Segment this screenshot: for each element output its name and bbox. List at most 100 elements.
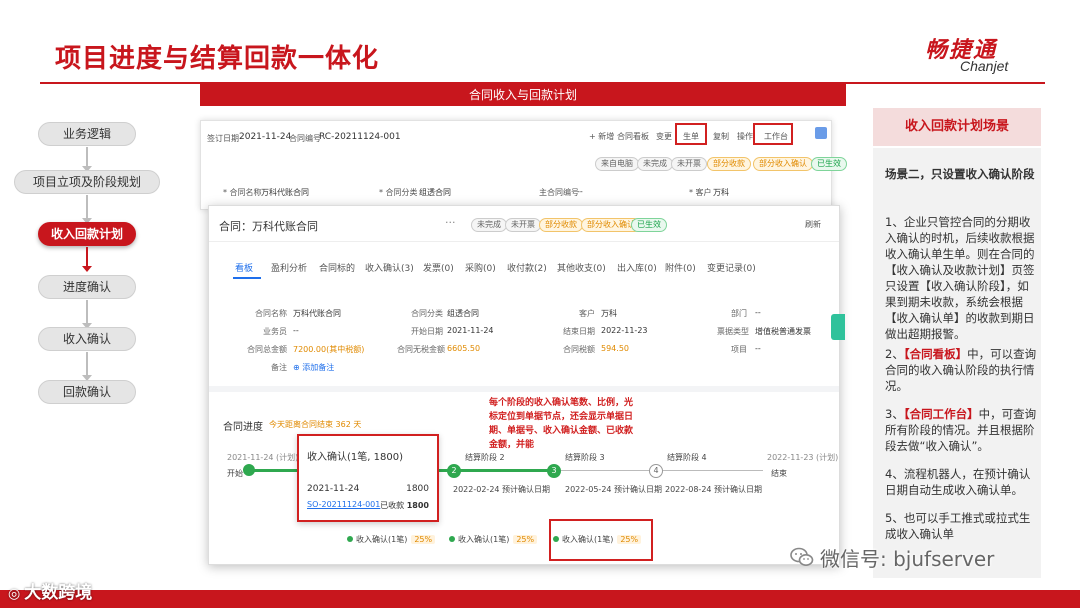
field-label: 开始日期 — [411, 327, 443, 336]
field-value: 万科 — [713, 188, 729, 197]
add-note-link[interactable]: ⊕ 添加备注 — [293, 362, 334, 373]
field-value: 万科 — [601, 309, 617, 318]
field-value: -- — [755, 308, 761, 317]
more-icon[interactable]: ··· — [445, 216, 456, 229]
pill-incomplete: 未完成 — [637, 157, 673, 171]
field-value: 组透合同 — [419, 188, 451, 197]
field-value: 2022-11-23 — [601, 326, 648, 335]
confirm-item[interactable]: 收入确认(1笔) 25% — [347, 534, 436, 545]
scene-panel-header: 收入回款计划场景 — [873, 108, 1041, 146]
field-value: 增值税普通发票 — [755, 327, 811, 336]
flow-arrow — [82, 352, 92, 381]
tab-stock[interactable]: 出入库(0) — [617, 261, 657, 274]
field-label: * 合同名称 — [223, 188, 262, 197]
field-label: 项目 — [731, 345, 747, 354]
contract-detail-window-back: 签订日期 2021-11-24 合同编号 RC-20211124-001 + 新… — [200, 120, 847, 210]
end-date: 2022-11-23 (计划) — [767, 453, 839, 462]
flow-step-payment-confirm: 回款确认 — [38, 380, 136, 404]
page-title: 项目进度与结算回款一体化 — [55, 44, 380, 74]
revenue-confirm-popup: 收入确认(1笔, 1800) 2021-11-24 1800 SO-202111… — [297, 434, 439, 522]
tab-other[interactable]: 其他收支(0) — [557, 261, 606, 274]
confirm-item[interactable]: 收入确认(1笔) 25% — [449, 534, 538, 545]
toolbar-copy[interactable]: 复制 — [713, 131, 729, 142]
flow-step-revenue-plan: 收入回款计划 — [38, 222, 136, 246]
section-gap — [209, 386, 839, 392]
stage-node-3[interactable]: 3 — [547, 464, 561, 478]
field-label: 结束日期 — [563, 327, 595, 336]
tab-profit[interactable]: 盈利分析 — [271, 261, 307, 274]
flow-step-business-logic: 业务逻辑 — [38, 122, 136, 146]
footer-logo-text: 大数跨境 — [24, 583, 93, 603]
side-tool-icon[interactable] — [831, 314, 845, 340]
field-value: 万科代账合同 — [261, 188, 309, 197]
refresh-button[interactable]: 刷新 — [805, 219, 821, 230]
tab-board[interactable]: 看板 — [235, 261, 253, 274]
field-label: 部门 — [731, 309, 747, 318]
stage-name: 结算阶段 4 — [667, 453, 707, 462]
confirm-dot-icon — [347, 536, 353, 542]
timeline-start-node[interactable] — [243, 464, 255, 476]
scene-item-3-highlight: 【合同工作台】 — [903, 407, 979, 421]
field-value: 万科代账合同 — [293, 309, 341, 318]
scene-item-1: 1、企业只管控合同的分期收入确认的时机，后续收款根据收入确认单生单。则在合同的【… — [885, 215, 1035, 341]
toolbar-new[interactable]: + 新增 — [589, 131, 614, 142]
field-value: -- — [293, 326, 299, 335]
wechat-watermark: 微信号: bjufserver — [820, 547, 995, 571]
footer-logo: ◎ 大数跨境 — [8, 578, 92, 603]
stage-date: 2022-02-24 预计确认日期 — [453, 485, 551, 494]
tab-purchase[interactable]: 采购(0) — [465, 261, 496, 274]
stage-date: 2022-08-24 预计确认日期 — [665, 485, 763, 494]
start-text: 开始 — [227, 469, 243, 478]
scene-item-5: 5、也可以手工推式或拉式生成收入确认单 — [885, 511, 1031, 541]
confirm-label: 收入确认(1笔) — [356, 535, 408, 544]
brand-logo-en: Chanjet — [960, 58, 1009, 74]
tab-change-log[interactable]: 变更记录(0) — [707, 261, 756, 274]
confirm-dot-icon — [449, 536, 455, 542]
stage-node-2[interactable]: 2 — [447, 464, 461, 478]
contract-board-window: 合同：万科代账合同 ··· 未完成 未开票 部分收款 部分收入确认 已生效 刷新… — [208, 205, 845, 565]
footer-bar — [0, 590, 1080, 608]
field-label: 票据类型 — [717, 327, 749, 336]
field-value: 2021-11-24 — [447, 326, 494, 335]
toolbar-operate[interactable]: 操作 — [737, 131, 753, 142]
contract-title: 合同：万科代账合同 — [219, 220, 318, 233]
popup-date: 2021-11-24 — [307, 484, 360, 494]
window-header: 合同：万科代账合同 ··· 未完成 未开票 部分收款 部分收入确认 已生效 刷新 — [209, 206, 839, 242]
stage-name: 结算阶段 3 — [565, 453, 605, 462]
tab-receipts[interactable]: 收付款(2) — [507, 261, 547, 274]
confirm-pct: 25% — [411, 535, 436, 544]
stage-node-4[interactable]: 4 — [649, 464, 663, 478]
flow-step-revenue-confirm: 收入确认 — [38, 327, 136, 351]
toolbar-contract-board[interactable]: 合同看板 — [617, 131, 649, 142]
highlight-workbench — [753, 123, 793, 145]
popup-title: 收入确认(1笔, 1800) — [307, 452, 403, 463]
tab-invoice[interactable]: 发票(0) — [423, 261, 454, 274]
pill-partial-payment: 部分收款 — [707, 157, 751, 171]
field-value: -- — [577, 187, 583, 196]
tab-attachments[interactable]: 附件(0) — [665, 261, 696, 274]
footer-logo-icon: ◎ — [8, 586, 21, 602]
flow-step-project-setup: 项目立项及阶段规划 — [14, 170, 160, 194]
sign-date: 2021-11-24 — [239, 132, 292, 142]
scene-item-4: 4、流程机器人，在预计确认日期自动生成收入确认单。 — [885, 467, 1031, 497]
scene-item-3-prefix: 3、 — [885, 407, 904, 421]
sign-date-label: 签订日期 — [207, 134, 239, 143]
popup-received: 已收款 1800 — [380, 500, 429, 511]
popup-doc-link[interactable]: SO-20211124-001 — [307, 500, 380, 509]
pill-effective: 已生效 — [811, 157, 847, 171]
tab-contract-items[interactable]: 合同标的 — [319, 261, 355, 274]
field-label: 合同分类 — [411, 309, 443, 318]
panel-toggle-icon[interactable] — [815, 127, 827, 139]
field-label: 合同名称 — [255, 309, 287, 318]
scene-item-3: 3、【合同工作台】中，可查询所有阶段的情况。并且根据阶段去做“收入确认”。 — [885, 406, 1037, 454]
tab-revenue-confirm[interactable]: 收入确认(3) — [365, 261, 414, 274]
contract-no: RC-20211124-001 — [319, 132, 401, 142]
tab-underline — [233, 277, 261, 279]
field-label: 合同无税金额 — [397, 345, 445, 354]
add-note-label: 添加备注 — [302, 363, 335, 372]
flow-arrow — [82, 195, 92, 224]
toolbar-change[interactable]: 变更 — [656, 131, 672, 142]
field-label: 主合同编号 — [539, 188, 579, 197]
flow-arrow — [82, 300, 92, 329]
field-value-total: 7200.00(其中税额) — [293, 345, 365, 354]
